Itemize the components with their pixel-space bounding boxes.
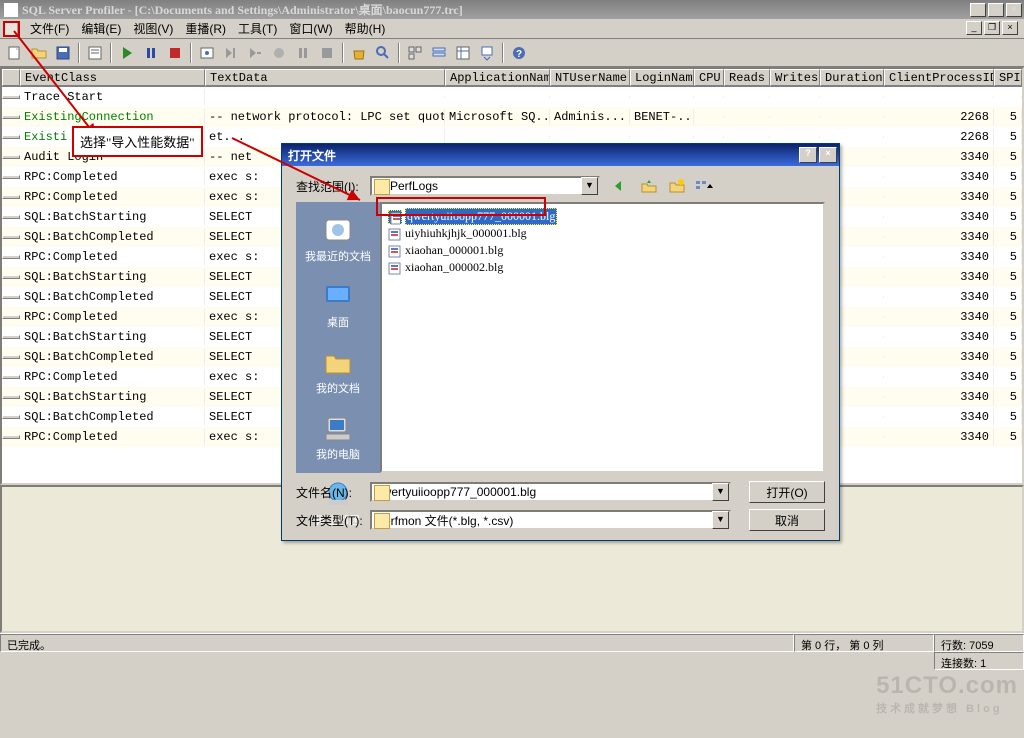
file-list[interactable]: qwertyuiioopp777_000001.blguiyhiuhkjhjk_… <box>380 202 825 473</box>
place-mycomputer[interactable]: 我的电脑 <box>296 406 380 472</box>
mdi-close-button[interactable]: × <box>1002 21 1018 35</box>
titlebar: SQL Server Profiler - [C:\Documents and … <box>0 0 1024 19</box>
col-login[interactable]: LoginName <box>630 69 694 86</box>
stop-button[interactable] <box>164 42 186 64</box>
place-desktop[interactable]: 桌面 <box>296 274 380 340</box>
open-trace-button[interactable] <box>28 42 50 64</box>
col-duration[interactable]: Duration <box>820 69 884 86</box>
col-ntuser[interactable]: NTUserName <box>550 69 630 86</box>
toolbar: ? <box>0 39 1024 67</box>
file-icon <box>388 227 402 241</box>
run-button[interactable] <box>116 42 138 64</box>
svg-text:?: ? <box>516 49 522 60</box>
menu-help[interactable]: 帮助(H) <box>339 19 392 38</box>
maximize-button[interactable]: □ <box>988 3 1004 17</box>
properties-button[interactable] <box>84 42 106 64</box>
mdi-icon <box>4 22 18 36</box>
lookin-combo[interactable]: PerfLogs ▼ <box>370 176 600 196</box>
dialog-close-button[interactable]: × <box>819 147 837 163</box>
find-button[interactable] <box>372 42 394 64</box>
open-file-dialog: 打开文件 ? × 查找范围(I): PerfLogs ▼ 我最近的文档 桌面 我 <box>281 143 840 541</box>
clear-button[interactable] <box>348 42 370 64</box>
stop-replay-button[interactable] <box>316 42 338 64</box>
dialog-title: 打开文件 <box>288 147 336 164</box>
mdi-restore-button[interactable]: ❐ <box>984 21 1000 35</box>
open-button[interactable]: 打开(O) <box>749 481 825 503</box>
up-button[interactable] <box>638 176 660 196</box>
status-message: 已完成。 <box>0 634 794 652</box>
status-connections: 连接数: 1 <box>934 652 1024 670</box>
chevron-down-icon[interactable]: ▼ <box>581 177 598 195</box>
minimize-button[interactable]: _ <box>970 3 986 17</box>
place-mydocs[interactable]: 我的文档 <box>296 340 380 406</box>
file-item[interactable]: xiaohan_000002.blg <box>386 259 819 276</box>
status-rowcount: 行数: 7059 <box>934 634 1024 652</box>
watermark: 51CTO.com技术成就梦想 Blog <box>876 672 1018 716</box>
menubar: 文件(F) 编辑(E) 视图(V) 重播(R) 工具(T) 窗口(W) 帮助(H… <box>0 19 1024 39</box>
new-trace-button[interactable] <box>4 42 26 64</box>
group-button[interactable] <box>428 42 450 64</box>
menu-edit[interactable]: 编辑(E) <box>75 19 127 38</box>
close-button[interactable]: × <box>1006 3 1022 17</box>
mdi-minimize-button[interactable]: _ <box>966 21 982 35</box>
chevron-down-icon[interactable]: ▼ <box>712 483 729 501</box>
help-button[interactable]: ? <box>508 42 530 64</box>
col-appname[interactable]: ApplicationName <box>445 69 550 86</box>
statusbar: 已完成。 第 0 行， 第 0 列 行数: 7059 连接数: 1 <box>0 633 1024 673</box>
menu-file[interactable]: 文件(F) <box>24 19 75 38</box>
col-writes[interactable]: Writes <box>770 69 820 86</box>
menu-view[interactable]: 视图(V) <box>127 19 179 38</box>
chevron-down-icon[interactable]: ▼ <box>712 511 729 529</box>
dialog-titlebar: 打开文件 ? × <box>282 144 839 166</box>
save-button[interactable] <box>52 42 74 64</box>
app-icon <box>4 3 18 17</box>
breakpoint-button[interactable] <box>268 42 290 64</box>
filename-combo[interactable]: qwertyuiioopp777_000001.blg▼ <box>370 482 731 502</box>
filetype-label: 文件类型(T): <box>296 512 370 529</box>
window-title: SQL Server Profiler - [C:\Documents and … <box>22 1 463 18</box>
dialog-help-button[interactable]: ? <box>799 147 817 163</box>
file-icon <box>388 210 402 224</box>
file-item[interactable]: uiyhiuhkjhjk_000001.blg <box>386 225 819 242</box>
place-recent[interactable]: 我最近的文档 <box>296 208 380 274</box>
col-eventclass[interactable]: EventClass <box>20 69 205 86</box>
file-icon <box>388 261 402 275</box>
new-folder-button[interactable] <box>666 176 688 196</box>
replay-settings-button[interactable] <box>196 42 218 64</box>
menu-replay[interactable]: 重播(R) <box>179 19 232 38</box>
status-position: 第 0 行， 第 0 列 <box>794 634 934 652</box>
filetype-combo[interactable]: Perfmon 文件(*.blg, *.csv)▼ <box>370 510 731 530</box>
places-bar: 我最近的文档 桌面 我的文档 我的电脑 网上邻居 <box>296 202 380 473</box>
run-to-cursor-button[interactable] <box>244 42 266 64</box>
lookin-label: 查找范围(I): <box>296 178 370 195</box>
col-cpid[interactable]: ClientProcessID <box>884 69 994 86</box>
cancel-button[interactable]: 取消 <box>749 509 825 531</box>
file-icon <box>388 244 402 258</box>
annotation-callout: 选择"导入性能数据" <box>72 126 203 157</box>
autoscroll-button[interactable] <box>476 42 498 64</box>
grid-header: EventClass TextData ApplicationName NTUs… <box>2 69 1022 87</box>
table-row[interactable]: Trace Start <box>2 87 1022 107</box>
pause-button[interactable] <box>140 42 162 64</box>
toggle-break-button[interactable] <box>292 42 314 64</box>
col-spid[interactable]: SPI <box>994 69 1022 86</box>
menu-tools[interactable]: 工具(T) <box>232 19 283 38</box>
aggregate-button[interactable] <box>404 42 426 64</box>
file-item[interactable]: qwertyuiioopp777_000001.blg <box>386 208 819 225</box>
step-button[interactable] <box>220 42 242 64</box>
table-row[interactable]: ExistingConnection -- network protocol: … <box>2 107 1022 127</box>
filename-label: 文件名(N): <box>296 484 370 501</box>
back-button[interactable] <box>610 176 632 196</box>
view-menu-button[interactable] <box>694 176 716 196</box>
col-cpu[interactable]: CPU <box>694 69 724 86</box>
col-reads[interactable]: Reads <box>724 69 770 86</box>
menu-window[interactable]: 窗口(W) <box>283 19 338 38</box>
file-item[interactable]: xiaohan_000001.blg <box>386 242 819 259</box>
col-textdata[interactable]: TextData <box>205 69 445 86</box>
organize-button[interactable] <box>452 42 474 64</box>
